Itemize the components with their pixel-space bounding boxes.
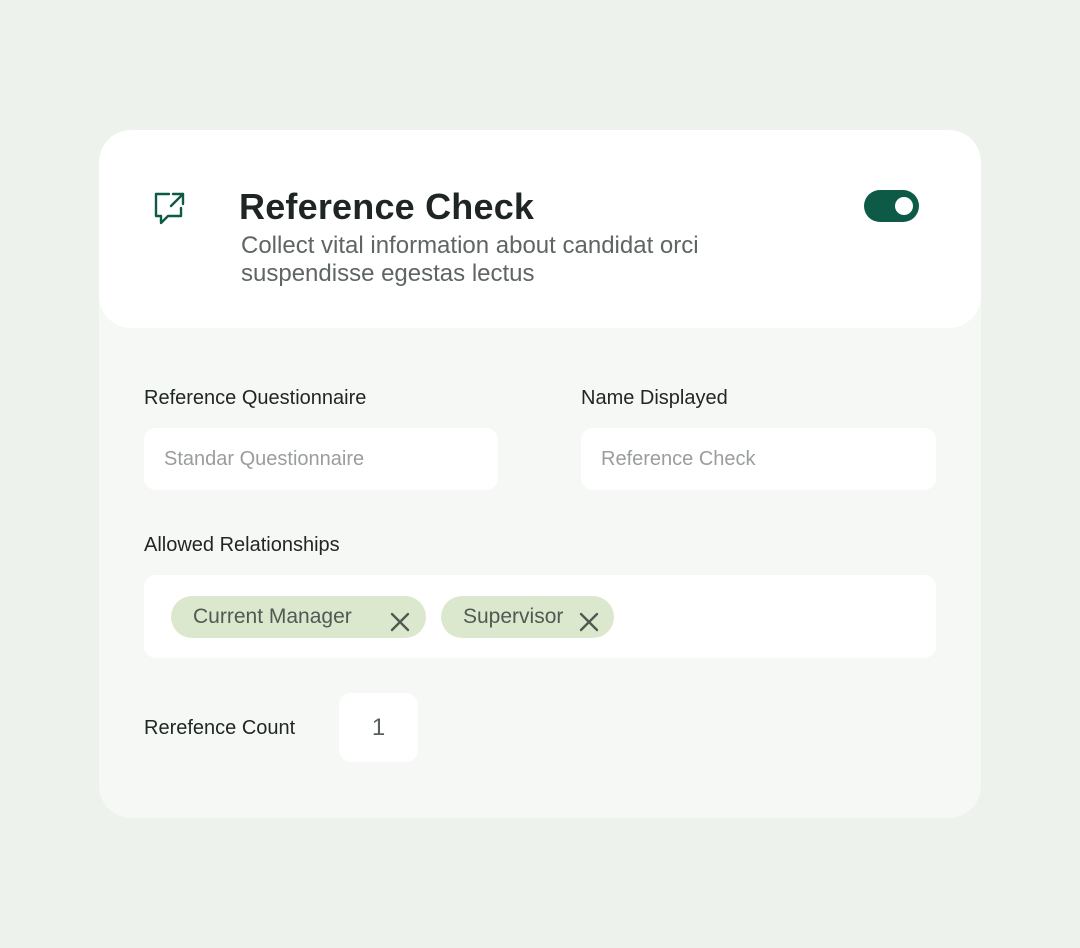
close-icon[interactable] (578, 606, 600, 632)
enable-toggle[interactable] (864, 190, 919, 222)
relationships-tag-input[interactable]: Current Manager Supervisor (144, 575, 936, 658)
tag-supervisor: Supervisor (441, 596, 614, 638)
questionnaire-input[interactable]: Standar Questionnaire (144, 428, 498, 490)
subtitle-line-1: Collect vital information about candidat… (241, 232, 699, 259)
external-message-icon (151, 190, 189, 228)
card-header: Reference Check Collect vital informatio… (99, 130, 981, 328)
tag-label: Supervisor (463, 605, 564, 628)
tag-label: Current Manager (193, 605, 352, 628)
subtitle-line-2: suspendisse egestas lectus (241, 260, 535, 287)
page-subtitle: Collect vital information about candidat… (241, 232, 801, 288)
questionnaire-label: Reference Questionnaire (144, 387, 367, 409)
page-title: Reference Check (239, 186, 535, 227)
close-icon[interactable] (389, 606, 411, 632)
reference-count-input[interactable]: 1 (339, 693, 418, 762)
reference-check-card: Reference Check Collect vital informatio… (99, 130, 981, 818)
toggle-knob (895, 197, 913, 215)
name-displayed-label: Name Displayed (581, 387, 728, 409)
relationships-label: Allowed Relationships (144, 534, 340, 556)
reference-count-label: Rerefence Count (144, 717, 296, 739)
name-displayed-input[interactable]: Reference Check (581, 428, 936, 490)
tag-current-manager: Current Manager (171, 596, 426, 638)
